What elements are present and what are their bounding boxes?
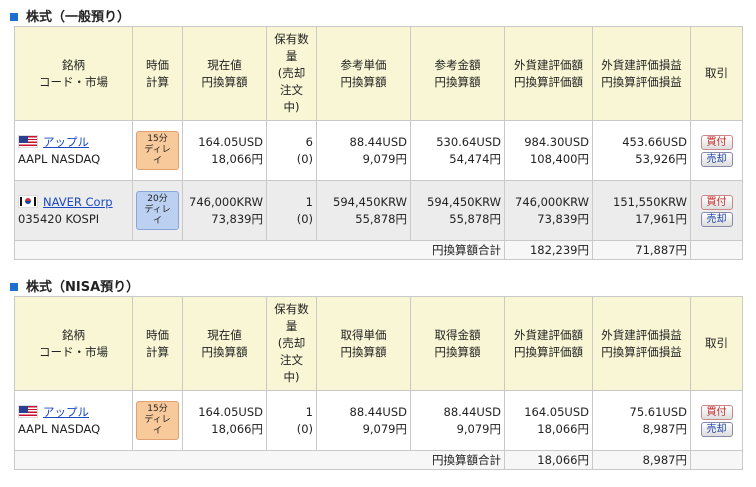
stock-link-apple[interactable]: アップル — [43, 405, 89, 419]
ref-unit-cell: 594,450KRW 55,878円 — [316, 180, 411, 241]
valuation-cell: 746,000KRW 73,839円 — [504, 180, 593, 241]
col-header-pnl: 外貨建評価損益 円換算評価損益 — [592, 296, 691, 391]
col-header-current-price: 現在値 円換算額 — [182, 26, 267, 121]
sell-button[interactable]: 売却 — [700, 151, 733, 167]
current-price-cell: 746,000KRW 73,839円 — [182, 180, 267, 241]
total-empty-cell — [690, 450, 743, 470]
total-row: 円換算額合計 18,066円 8,987円 — [14, 450, 743, 470]
quantity-cell: 1 (0) — [266, 180, 317, 241]
stock-code: 035420 KOSPI — [18, 211, 100, 226]
table-header-row: 銘柄 コード・市場 時価 計算 現在値 円換算額 保有数 量 (売却 注文 中)… — [14, 296, 743, 391]
holdings-table-nisa: 銘柄 コード・市場 時価 計算 現在値 円換算額 保有数 量 (売却 注文 中)… — [14, 296, 743, 470]
total-label: 円換算額合計 — [14, 240, 505, 260]
trade-cell: 買付 売却 — [690, 390, 743, 451]
col-header-price-calc: 時価 計算 — [132, 296, 183, 391]
delay-cell: 15分 ディレイ — [132, 390, 183, 451]
col-header-name: 銘柄 コード・市場 — [14, 296, 133, 391]
col-header-ref-amount: 参考金額 円換算額 — [410, 26, 505, 121]
quantity-cell: 1 (0) — [266, 390, 317, 451]
us-flag-icon — [18, 134, 38, 148]
table-row: NAVER Corp 035420 KOSPI 20分 ディレイ 746,000… — [14, 180, 743, 241]
col-header-quantity: 保有数 量 (売却 注文 中) — [266, 296, 317, 391]
section-bullet-icon — [10, 282, 18, 291]
stock-link-naver[interactable]: NAVER Corp — [43, 195, 113, 209]
acq-unit-cell: 88.44USD 9,079円 — [316, 390, 411, 451]
buy-button[interactable]: 買付 — [700, 404, 733, 420]
total-row: 円換算額合計 182,239円 71,887円 — [14, 240, 743, 260]
valuation-cell: 984.30USD 108,400円 — [504, 120, 593, 181]
delay-badge: 15分 ディレイ — [136, 401, 179, 440]
section-title-nisa: 株式（NISA預り） — [10, 276, 139, 295]
delay-cell: 20分 ディレイ — [132, 180, 183, 241]
stock-code: AAPL NASDAQ — [18, 421, 101, 436]
trade-cell: 買付 売却 — [690, 120, 743, 181]
ref-amount-cell: 594,450KRW 55,878円 — [410, 180, 505, 241]
col-header-quantity: 保有数 量 (売却 注文 中) — [266, 26, 317, 121]
buy-button[interactable]: 買付 — [700, 134, 733, 150]
pnl-cell: 75.61USD 8,987円 — [592, 390, 691, 451]
holdings-table-general: 銘柄 コード・市場 時価 計算 現在値 円換算額 保有数 量 (売却 注文 中)… — [14, 26, 743, 260]
pnl-cell: 151,550KRW 17,961円 — [592, 180, 691, 241]
pnl-cell: 453.66USD 53,926円 — [592, 120, 691, 181]
col-header-pnl: 外貨建評価損益 円換算評価損益 — [592, 26, 691, 121]
delay-cell: 15分 ディレイ — [132, 120, 183, 181]
total-pnl: 71,887円 — [592, 240, 691, 260]
stock-name-cell: NAVER Corp 035420 KOSPI — [14, 180, 133, 241]
stock-name-cell: アップル AAPL NASDAQ — [14, 390, 133, 451]
col-header-name: 銘柄 コード・市場 — [14, 26, 133, 121]
total-valuation: 18,066円 — [504, 450, 593, 470]
stock-link-apple[interactable]: アップル — [43, 135, 89, 149]
total-pnl: 8,987円 — [592, 450, 691, 470]
stock-name-cell: アップル AAPL NASDAQ — [14, 120, 133, 181]
table-row: アップル AAPL NASDAQ 15分 ディレイ 164.05USD 18,0… — [14, 120, 743, 181]
col-header-valuation: 外貨建評価額 円換算評価額 — [504, 296, 593, 391]
trade-cell: 買付 売却 — [690, 180, 743, 241]
total-label: 円換算額合計 — [14, 450, 505, 470]
ref-amount-cell: 530.64USD 54,474円 — [410, 120, 505, 181]
delay-badge: 20分 ディレイ — [136, 191, 179, 230]
quantity-cell: 6 (0) — [266, 120, 317, 181]
section-title-general: 株式（一般預り） — [10, 6, 130, 25]
sell-button[interactable]: 売却 — [700, 421, 733, 437]
col-header-ref-unit: 参考単価 円換算額 — [316, 26, 411, 121]
us-flag-icon — [18, 404, 38, 418]
total-valuation: 182,239円 — [504, 240, 593, 260]
ref-unit-cell: 88.44USD 9,079円 — [316, 120, 411, 181]
col-header-price-calc: 時価 計算 — [132, 26, 183, 121]
kr-flag-icon — [18, 194, 38, 208]
col-header-valuation: 外貨建評価額 円換算評価額 — [504, 26, 593, 121]
table-row: アップル AAPL NASDAQ 15分 ディレイ 164.05USD 18,0… — [14, 390, 743, 451]
delay-badge: 15分 ディレイ — [136, 131, 179, 170]
valuation-cell: 164.05USD 18,066円 — [504, 390, 593, 451]
col-header-trade: 取引 — [690, 26, 743, 121]
col-header-current-price: 現在値 円換算額 — [182, 296, 267, 391]
section-bullet-icon — [10, 12, 18, 21]
buy-button[interactable]: 買付 — [700, 194, 733, 210]
acq-amount-cell: 88.44USD 9,079円 — [410, 390, 505, 451]
col-header-trade: 取引 — [690, 296, 743, 391]
current-price-cell: 164.05USD 18,066円 — [182, 120, 267, 181]
current-price-cell: 164.05USD 18,066円 — [182, 390, 267, 451]
total-empty-cell — [690, 240, 743, 260]
sell-button[interactable]: 売却 — [700, 211, 733, 227]
col-header-acq-unit: 取得単価 円換算額 — [316, 296, 411, 391]
col-header-acq-amount: 取得金額 円換算額 — [410, 296, 505, 391]
table-header-row: 銘柄 コード・市場 時価 計算 現在値 円換算額 保有数 量 (売却 注文 中)… — [14, 26, 743, 121]
stock-code: AAPL NASDAQ — [18, 151, 101, 166]
